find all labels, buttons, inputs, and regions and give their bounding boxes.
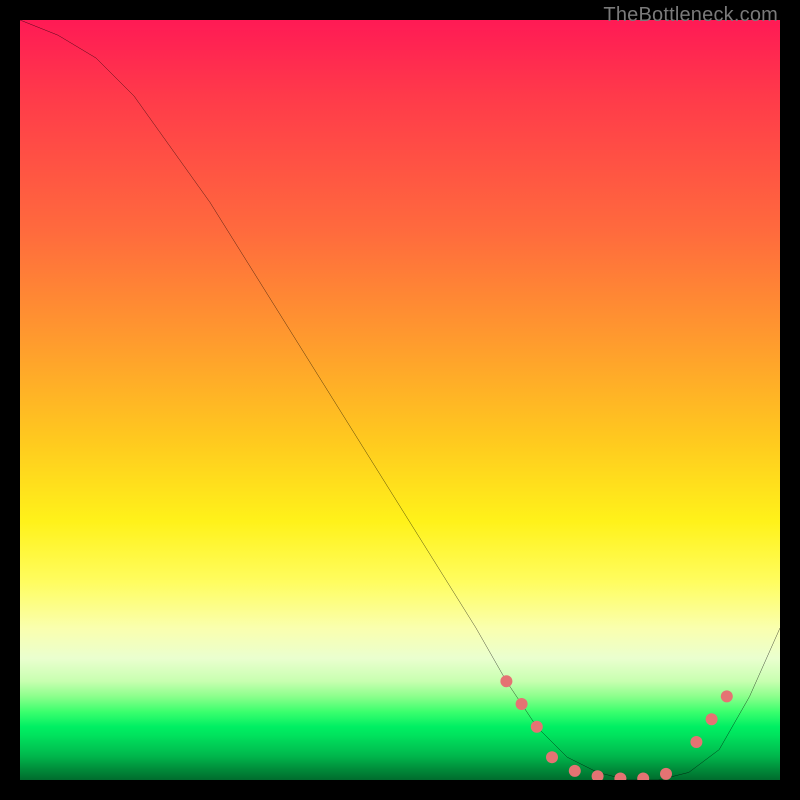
heat-gradient-background bbox=[20, 20, 780, 780]
chart-stage: TheBottleneck.com bbox=[0, 0, 800, 800]
attribution-watermark: TheBottleneck.com bbox=[603, 4, 778, 27]
plot-area bbox=[20, 20, 780, 780]
